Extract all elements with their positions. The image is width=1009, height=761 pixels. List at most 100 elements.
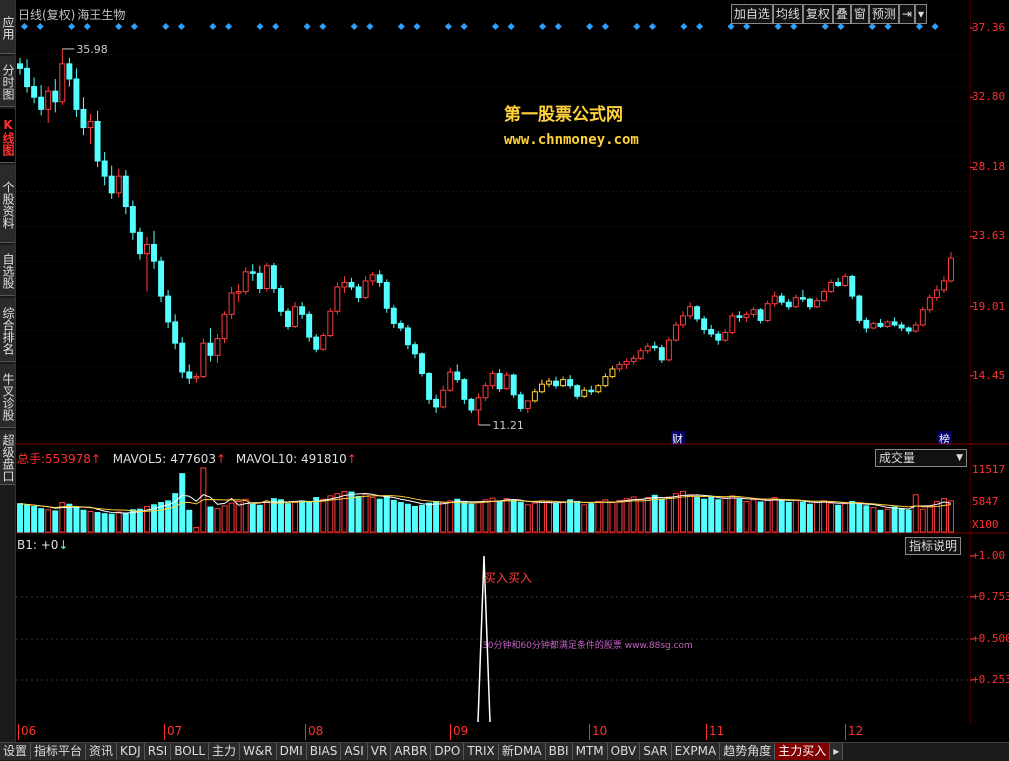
candle-body [792, 297, 799, 308]
volume-chart [16, 467, 969, 534]
candle-body [891, 321, 898, 326]
volume-bar [595, 500, 602, 533]
left-tab-1[interactable]: 分时图 [0, 56, 15, 107]
volume-bar [115, 511, 122, 533]
candle-body [426, 373, 433, 400]
candle-body [581, 389, 588, 397]
bottom-tab-2[interactable]: 资讯 [86, 743, 118, 760]
bottom-tab-10[interactable]: ASI [341, 743, 368, 760]
candle-body [912, 324, 919, 332]
signal-diamond-icon [884, 22, 892, 31]
bottom-tab-4[interactable]: RSI [144, 743, 172, 760]
volume-bar [440, 502, 447, 533]
candle-body [842, 275, 849, 286]
bottom-tab-0[interactable]: 设置 [0, 743, 32, 760]
volume-bar [948, 500, 954, 533]
bottom-tab-11[interactable]: VR [367, 743, 392, 760]
volume-bar [926, 505, 933, 533]
candle-body [736, 315, 743, 318]
signal-diamond-icon [256, 22, 264, 31]
candle-body [567, 379, 574, 387]
volume-bar [235, 500, 242, 533]
bottom-tab-20[interactable]: EXPMA [671, 743, 721, 760]
volume-bar [722, 497, 729, 533]
left-tab-5[interactable]: 综合排名 [0, 298, 15, 362]
bottom-tab-9[interactable]: BIAS [306, 743, 342, 760]
bottom-tab-6[interactable]: 主力 [209, 743, 241, 760]
volume-bar [567, 499, 574, 533]
bottom-tab-3[interactable]: KDJ [117, 743, 145, 760]
down-arrow-icon: ↓ [58, 538, 69, 552]
candle-body [553, 380, 559, 387]
price-tick-label: 37.36 [972, 21, 1006, 34]
left-tab-2[interactable]: K线图 [0, 109, 15, 163]
finance-badge: 财 [672, 432, 683, 445]
candle-body [637, 350, 644, 359]
bottom-tab-7[interactable]: W&R [240, 743, 277, 760]
signal-diamond-icon [366, 22, 374, 31]
price-tick-label: 19.01 [972, 299, 1006, 313]
volume-bar [404, 503, 411, 533]
candle-body [369, 274, 376, 282]
bottom-tab-18[interactable]: OBV [607, 743, 641, 760]
candle-body [799, 297, 806, 300]
signal-diamond-icon [491, 22, 500, 31]
candle-body [828, 281, 835, 293]
bottom-tab-15[interactable]: 新DMA [498, 743, 546, 760]
candle-body [383, 281, 390, 309]
up-arrow-icon: ↑ [216, 452, 227, 466]
candle-body [870, 322, 877, 329]
left-tab-0[interactable]: 应用 [0, 0, 15, 54]
bottom-tab-12[interactable]: ARBR [391, 743, 432, 760]
left-tab-4[interactable]: 自选股 [0, 245, 15, 296]
volume-bar [390, 499, 397, 533]
candle-body [496, 373, 503, 390]
candle-body [136, 231, 143, 255]
bottom-tab-16[interactable]: BBI [545, 743, 573, 760]
volume-selector[interactable]: 成交量 ▼ [875, 449, 967, 467]
volume-tick-label: 11517 [972, 463, 1006, 476]
bottom-tab-19[interactable]: SAR [640, 743, 672, 760]
bottom-tab-1[interactable]: 指标平台 [31, 743, 87, 760]
signal-diamond-icon [225, 22, 233, 31]
left-tab-6[interactable]: 牛叉诊股 [0, 364, 15, 428]
candle-body [454, 371, 461, 381]
candle-body [228, 292, 235, 315]
volume-bar [531, 502, 538, 533]
scroll-right-icon[interactable]: ▸ [830, 743, 844, 760]
candle-body [503, 374, 510, 390]
candle-body [207, 342, 214, 356]
volume-bar [701, 498, 708, 533]
volume-bar [835, 504, 842, 533]
price-tick-label: 32.80 [972, 90, 1006, 104]
volume-bar [136, 508, 143, 533]
left-tab-3[interactable]: 个股资料 [0, 165, 15, 243]
bottom-tab-8[interactable]: DMI [276, 743, 307, 760]
bottom-tab-21[interactable]: 趋势角度 [720, 743, 776, 760]
candle-body [806, 298, 813, 308]
total-volume-label: 总手: [17, 452, 46, 466]
volume-bar [940, 498, 947, 533]
bottom-tab-13[interactable]: DPO [431, 743, 465, 760]
rank-badge: 榜 [939, 432, 950, 445]
candle-body [277, 288, 284, 312]
volume-bar [919, 508, 926, 533]
bottom-tab-5[interactable]: BOLL [171, 743, 210, 760]
mavol5-value: 477603 [170, 452, 216, 466]
left-tab-7[interactable]: 超级盘口 [0, 430, 15, 485]
candle-body [52, 90, 59, 103]
volume-bar [503, 498, 510, 533]
chart-area[interactable]: 日线(复权) 海王生物 加自选 均线 复权叠窗预测 ⇥ ▾ 35.98 11.21 第一股票公… [16, 0, 969, 740]
candle-body [715, 333, 722, 341]
candle-body [546, 380, 552, 385]
candle-body [299, 306, 306, 315]
volume-bar [263, 501, 270, 533]
volume-title: 总手:553978↑ MAVOL5: 477603↑ MAVOL10: 4918… [17, 450, 357, 467]
indicator-help-button[interactable]: 指标说明 [905, 537, 962, 555]
bottom-tab-14[interactable]: TRIX [464, 743, 499, 760]
bottom-tab-17[interactable]: MTM [572, 743, 608, 760]
volume-bar [687, 494, 694, 533]
volume-bar [228, 502, 235, 533]
volume-bar [665, 496, 672, 533]
bottom-tab-22[interactable]: 主力买入 [775, 743, 831, 760]
